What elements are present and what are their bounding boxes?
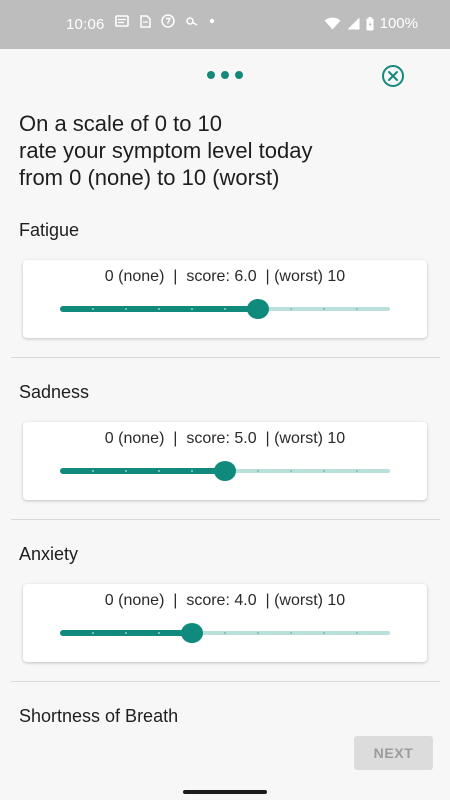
navigation-bar [0,785,450,800]
close-circle-icon [382,65,404,87]
scale-label: 0 (none) | score: 4.0 | (worst) 10 [104,592,346,609]
slider-tick [224,632,226,634]
slider-tick [290,470,292,472]
slider-tick [356,308,358,310]
sadness-slider[interactable] [60,459,390,483]
status-bar: 10:06 100% [0,0,450,49]
scale-label: 0 (none) | score: 5.0 | (worst) 10 [104,430,346,447]
close-button[interactable] [381,64,405,88]
slider-tick [356,632,358,634]
slider-thumb[interactable] [214,461,236,481]
slider-tick [290,632,292,634]
symptom-title-sadness: Sadness [19,382,90,402]
battery-percent: 100% [379,15,418,32]
heading-line-2: rate your symptom level today [19,138,313,163]
slider-tick [191,470,193,472]
battery-icon [366,16,374,30]
symptom-card-sadness: 0 (none) | score: 5.0 | (worst) 10 [23,422,427,500]
key-icon [186,17,198,26]
slider-tick [158,632,160,634]
slider-tick [290,308,292,310]
slider-tick [158,308,160,310]
page-heading: On a scale of 0 to 10 rate your symptom … [19,110,419,191]
wifi-icon [324,17,341,30]
slider-thumb[interactable] [247,299,269,319]
status-time: 10:06 [66,16,105,33]
slider-tick [125,632,127,634]
next-button[interactable]: NEXT [354,736,433,770]
fatigue-slider[interactable] [60,297,390,321]
dot-icon [209,18,215,24]
more-horizontal-icon[interactable] [207,71,243,79]
slider-thumb[interactable] [181,623,203,643]
symptom-card-fatigue: 0 (none) | score: 6.0 | (worst) 10 [23,260,427,338]
message-icon [115,15,129,27]
slider-tick [257,632,259,634]
slider-tick [92,308,94,310]
scale-label: 0 (none) | score: 6.0 | (worst) 10 [104,268,346,285]
top-bar [0,49,450,105]
symptom-card-anxiety: 0 (none) | score: 4.0 | (worst) 10 [23,584,427,662]
symptom-title-anxiety: Anxiety [19,544,79,564]
slider-tick [257,470,259,472]
notification-icons [115,14,215,28]
slider-tick [92,470,94,472]
home-handle[interactable] [183,790,267,794]
slider-tick [92,632,94,634]
slider-tick [356,470,358,472]
symptom-title-fatigue: Fatigue [19,220,80,240]
divider [11,681,440,682]
slider-tick [323,308,325,310]
sim-icon [140,14,151,28]
status-right: 100% [324,15,418,32]
divider [11,519,440,520]
divider [11,357,440,358]
slider-tick [158,470,160,472]
slider-tick [323,470,325,472]
slider-tick [191,308,193,310]
slider-tick [125,308,127,310]
slider-tick [323,632,325,634]
symptom-title-shortness-of-breath: Shortness of Breath [19,706,179,726]
signal-icon [347,17,360,30]
seven-badge-icon [161,14,175,28]
slider-fill [60,468,225,474]
heading-line-3: from 0 (none) to 10 (worst) [19,165,280,190]
slider-tick [125,470,127,472]
anxiety-slider[interactable] [60,621,390,645]
heading-line-1: On a scale of 0 to 10 [19,111,223,136]
slider-tick [224,308,226,310]
